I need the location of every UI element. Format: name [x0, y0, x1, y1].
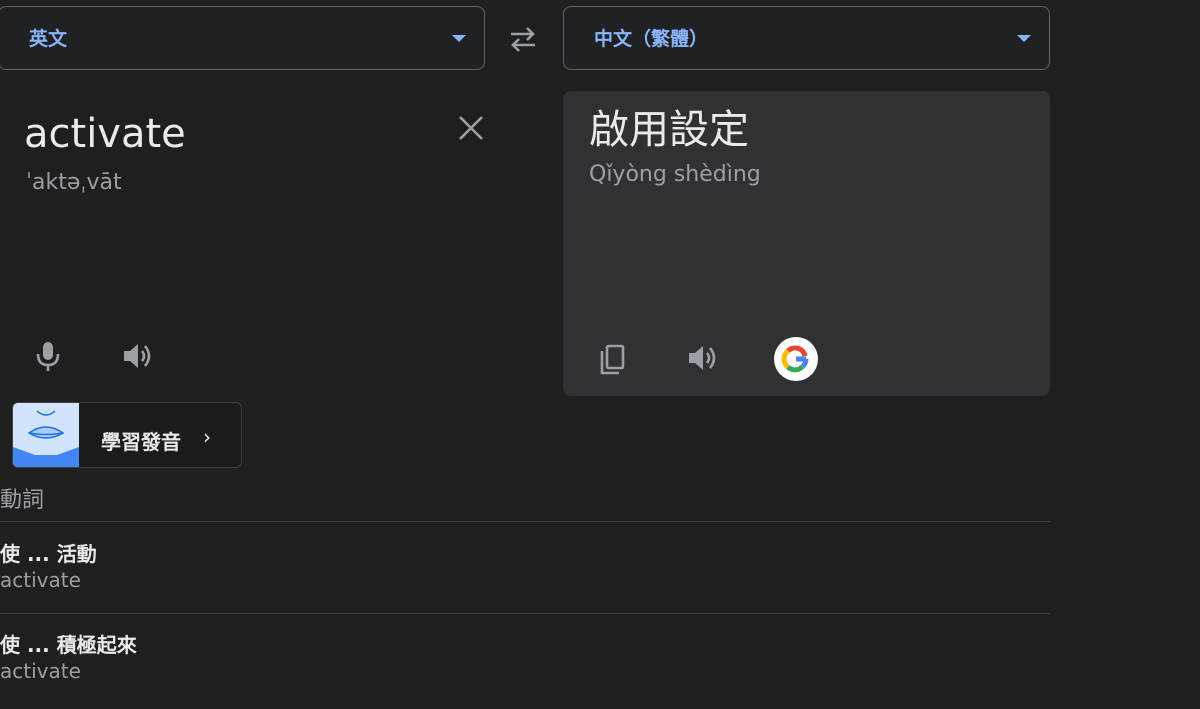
copy-icon — [600, 344, 625, 375]
dictionary-term: 使 ... 積極起來 — [0, 633, 137, 657]
divider — [0, 613, 1050, 614]
translation-romanization: Qǐyòng shèdìng — [589, 162, 761, 187]
source-text-input[interactable]: activate — [24, 110, 186, 158]
target-language-label: 中文（繁體） — [594, 28, 709, 50]
dictionary-entry[interactable]: 使 ... 積極起來 activate — [0, 629, 1050, 709]
copy-translation-button[interactable] — [590, 338, 634, 382]
learn-pronunciation-label: 學習發音 — [101, 430, 181, 454]
swap-arrows-icon — [511, 27, 535, 52]
chevron-right-icon: › — [203, 425, 211, 449]
translation-output-panel: 啟用設定 Qǐyòng shèdìng — [563, 91, 1050, 396]
divider — [0, 521, 1050, 522]
part-of-speech-label: 動詞 — [0, 488, 45, 513]
microphone-icon — [36, 342, 60, 371]
close-icon — [459, 116, 483, 140]
speaker-icon — [689, 346, 716, 370]
learn-pronunciation-card[interactable]: 學習發音 › — [12, 402, 242, 468]
swap-languages-button[interactable] — [503, 22, 543, 56]
listen-source-button[interactable] — [116, 334, 160, 378]
dictionary-back-translation: activate — [0, 659, 81, 683]
dictionary-term: 使 ... 活動 — [0, 542, 97, 566]
target-language-select[interactable]: 中文（繁體） — [563, 6, 1050, 70]
clear-input-button[interactable] — [453, 110, 489, 146]
source-language-select[interactable]: 英文 — [0, 6, 485, 70]
speaker-icon — [124, 344, 151, 368]
listen-translation-button[interactable] — [681, 336, 725, 380]
lips-icon — [13, 403, 79, 467]
source-phonetic: ˈaktəˌvāt — [26, 170, 122, 195]
microphone-button[interactable] — [26, 334, 70, 378]
source-language-label: 英文 — [29, 28, 68, 50]
dictionary-entry[interactable]: 使 ... 活動 activate — [0, 538, 1050, 618]
google-logo-icon — [781, 345, 809, 373]
chevron-down-icon — [1017, 35, 1031, 42]
google-search-button[interactable] — [774, 337, 818, 381]
chevron-down-icon — [452, 35, 466, 42]
dictionary-back-translation: activate — [0, 568, 81, 592]
translation-text: 啟用設定 — [589, 107, 749, 153]
